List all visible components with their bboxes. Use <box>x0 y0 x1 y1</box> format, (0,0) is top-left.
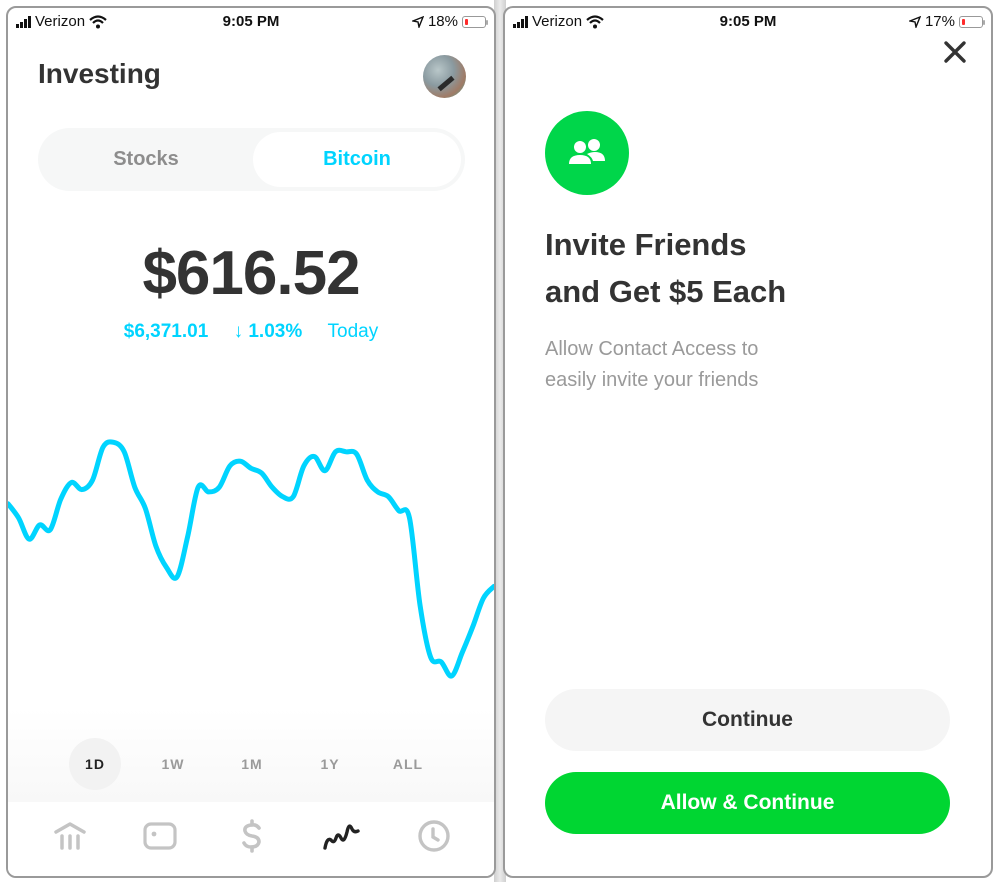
title-line-2: and Get $5 Each <box>545 274 787 309</box>
status-bar: Verizon 9:05 PM 18% <box>8 8 494 36</box>
price-change: ↓ 1.03% <box>233 321 303 342</box>
range-1y[interactable]: 1Y <box>304 738 356 790</box>
bank-icon <box>54 822 86 850</box>
tab-banking[interactable] <box>50 816 90 856</box>
tab-bitcoin[interactable]: Bitcoin <box>253 132 461 187</box>
bitcoin-balance: $616.52 <box>142 239 360 308</box>
invite-title: Invite Friends and Get $5 Each <box>545 221 786 315</box>
card-icon <box>143 822 177 850</box>
close-icon[interactable] <box>939 36 971 68</box>
tab-cash[interactable] <box>232 816 272 856</box>
location-icon <box>411 15 424 28</box>
clock-icon <box>418 820 450 852</box>
invite-badge <box>545 111 629 195</box>
tab-stocks[interactable]: Stocks <box>42 132 250 187</box>
btc-price: $6,371.01 <box>123 321 209 342</box>
battery-icon <box>959 15 985 28</box>
location-icon <box>908 15 921 28</box>
investing-icon <box>323 824 360 850</box>
range-1m[interactable]: 1M <box>226 738 278 790</box>
investing-screen: Verizon 9:05 PM 18% Investing Stocks Bit… <box>6 6 496 878</box>
continue-button[interactable]: Continue <box>545 689 950 751</box>
range-1d[interactable]: 1D <box>69 738 121 790</box>
tab-activity[interactable] <box>414 816 454 856</box>
avatar[interactable] <box>423 55 466 98</box>
desc-line-1: Allow Contact Access to <box>545 338 759 360</box>
tab-cash-card[interactable] <box>140 816 180 856</box>
change-period: Today <box>327 321 379 342</box>
range-1w[interactable]: 1W <box>147 738 199 790</box>
status-bar: Verizon 9:05 PM 17% <box>505 8 991 36</box>
battery-icon <box>462 15 488 28</box>
battery-percent: 18% <box>427 13 458 30</box>
dollar-icon <box>242 819 261 853</box>
price-summary: $6,371.01 ↓ 1.03% Today <box>8 321 494 343</box>
range-all[interactable]: ALL <box>382 738 434 790</box>
allow-continue-button[interactable]: Allow & Continue <box>545 772 950 834</box>
range-selector: 1D 1W 1M 1Y ALL <box>8 708 494 802</box>
battery-percent: 17% <box>924 13 955 30</box>
price-chart[interactable] <box>8 408 494 708</box>
desc-line-2: easily invite your friends <box>545 369 759 391</box>
title-line-1: Invite Friends <box>545 227 747 262</box>
asset-segmented-control: Stocks Bitcoin <box>38 128 465 191</box>
page-title: Investing <box>38 58 161 89</box>
invite-description: Allow Contact Access to easily invite yo… <box>545 334 758 396</box>
friends-icon <box>569 139 605 164</box>
tab-investing[interactable] <box>322 816 362 856</box>
invite-friends-screen: Verizon 9:05 PM 17% Invite Friends and G… <box>503 6 993 878</box>
chart-series-line-btc <box>8 439 494 679</box>
bottom-tab-bar <box>8 802 494 876</box>
